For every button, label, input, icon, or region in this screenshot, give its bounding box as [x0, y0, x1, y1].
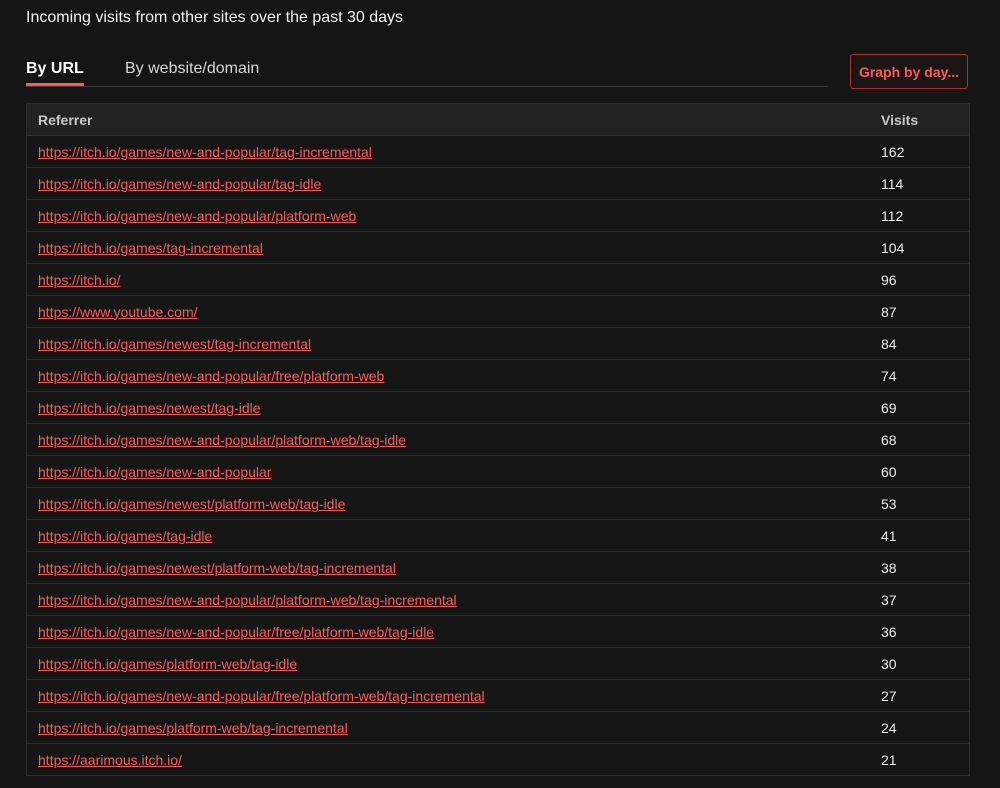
referrer-link[interactable]: https://itch.io/games/tag-idle: [38, 528, 212, 544]
table-row: https://itch.io/96: [27, 264, 969, 296]
table-row: https://itch.io/games/newest/tag-idle 69: [27, 392, 969, 424]
visits-count: 87: [881, 303, 897, 320]
table-row: https://www.youtube.com/87: [27, 296, 969, 328]
visits-count: 36: [881, 623, 897, 640]
tab-bar: By URL By website/domain: [26, 58, 828, 87]
tab-by-website-domain[interactable]: By website/domain: [125, 60, 259, 78]
referrer-cell: https://itch.io/games/new-and-popular/fr…: [38, 624, 881, 640]
referrer-cell: https://itch.io/games/new-and-popular/ta…: [38, 144, 881, 160]
referrer-link[interactable]: https://aarimous.itch.io/: [38, 752, 182, 768]
referrer-cell: https://itch.io/games/tag-incremental: [38, 240, 881, 256]
table-row: https://itch.io/games/newest/platform-we…: [27, 488, 969, 520]
visits-count: 38: [881, 559, 897, 576]
referrer-cell: https://itch.io/games/new-and-popular/fr…: [38, 688, 881, 704]
referrer-link[interactable]: https://itch.io/games/newest/platform-we…: [38, 560, 396, 576]
visits-count: 37: [881, 591, 897, 608]
referrer-link[interactable]: https://itch.io/games/newest/tag-increme…: [38, 336, 311, 352]
referrer-cell: https://itch.io/games/new-and-popular/pl…: [38, 592, 881, 608]
table-row: https://itch.io/games/platform-web/tag-i…: [27, 712, 969, 744]
visits-count: 162: [881, 143, 905, 160]
referrer-cell: https://itch.io/games/new-and-popular: [38, 464, 881, 480]
table-row: https://itch.io/games/tag-incremental 104: [27, 232, 969, 264]
referrer-link[interactable]: https://itch.io/: [38, 272, 120, 288]
table-row: https://itch.io/games/new-and-popular/fr…: [27, 616, 969, 648]
table-row: https://itch.io/games/newest/tag-increme…: [27, 328, 969, 360]
referrer-cell: https://itch.io/games/new-and-popular/pl…: [38, 208, 881, 224]
visits-count: 41: [881, 527, 897, 544]
visits-count: 112: [881, 207, 904, 224]
table-row: https://itch.io/games/new-and-popular/pl…: [27, 200, 969, 232]
referrer-cell: https://itch.io/games/tag-idle: [38, 528, 881, 544]
referrer-link[interactable]: https://itch.io/games/new-and-popular/pl…: [38, 592, 457, 608]
referrer-cell: https://aarimous.itch.io/: [38, 752, 881, 768]
referrer-cell: https://itch.io/games/new-and-popular/ta…: [38, 176, 881, 192]
table-row: https://itch.io/games/new-and-popular/fr…: [27, 680, 969, 712]
referrer-cell: https://itch.io/games/platform-web/tag-i…: [38, 656, 881, 672]
visits-count: 84: [881, 335, 897, 352]
referrer-link[interactable]: https://itch.io/games/new-and-popular/ta…: [38, 144, 372, 160]
referrer-cell: https://itch.io/: [38, 272, 881, 288]
referrer-link[interactable]: https://itch.io/games/platform-web/tag-i…: [38, 720, 348, 736]
referrer-link[interactable]: https://itch.io/games/tag-incremental: [38, 240, 263, 256]
table-row: https://aarimous.itch.io/21: [27, 744, 969, 775]
referrer-link[interactable]: https://itch.io/games/platform-web/tag-i…: [38, 656, 297, 672]
visits-count: 74: [881, 367, 897, 384]
referrer-link[interactable]: https://itch.io/games/new-and-popular/ta…: [38, 176, 321, 192]
tab-by-url[interactable]: By URL: [26, 60, 84, 86]
table-row: https://itch.io/games/platform-web/tag-i…: [27, 648, 969, 680]
referrer-link[interactable]: https://itch.io/games/newest/tag-idle: [38, 400, 261, 416]
table-row: https://itch.io/games/tag-idle 41: [27, 520, 969, 552]
visits-count: 104: [881, 239, 905, 256]
referrer-cell: https://itch.io/games/newest/platform-we…: [38, 560, 881, 576]
table-header: Referrer Visits: [27, 104, 969, 136]
table-row: https://itch.io/games/new-and-popular/pl…: [27, 424, 969, 456]
visits-count: 60: [881, 463, 897, 480]
referrer-cell: https://itch.io/games/newest/platform-we…: [38, 496, 881, 512]
referrer-link[interactable]: https://itch.io/games/newest/platform-we…: [38, 496, 345, 512]
visits-count: 30: [881, 655, 897, 672]
referrer-cell: https://itch.io/games/platform-web/tag-i…: [38, 720, 881, 736]
table-row: https://itch.io/games/newest/platform-we…: [27, 552, 969, 584]
referrer-link[interactable]: https://itch.io/games/new-and-popular: [38, 464, 271, 480]
table-row: https://itch.io/games/new-and-popular 60: [27, 456, 969, 488]
referrer-cell: https://itch.io/games/newest/tag-idle: [38, 400, 881, 416]
visits-column-header: Visits: [881, 111, 919, 128]
visits-count: 114: [881, 175, 904, 192]
table-body: https://itch.io/games/new-and-popular/ta…: [27, 136, 969, 775]
referrer-link[interactable]: https://itch.io/games/new-and-popular/fr…: [38, 368, 384, 384]
visits-count: 24: [881, 719, 897, 736]
referrer-cell: https://itch.io/games/new-and-popular/fr…: [38, 368, 881, 384]
referrer-cell: https://www.youtube.com/: [38, 304, 881, 320]
visits-count: 96: [881, 271, 897, 288]
referrer-table: Referrer Visits https://itch.io/games/ne…: [26, 103, 970, 776]
visits-count: 69: [881, 399, 897, 416]
table-row: https://itch.io/games/new-and-popular/pl…: [27, 584, 969, 616]
referrer-link[interactable]: https://itch.io/games/new-and-popular/fr…: [38, 624, 434, 640]
table-row: https://itch.io/games/new-and-popular/ta…: [27, 136, 969, 168]
visits-count: 53: [881, 495, 897, 512]
table-row: https://itch.io/games/new-and-popular/fr…: [27, 360, 969, 392]
referrer-column-header: Referrer: [38, 111, 93, 128]
visits-count: 27: [881, 687, 897, 704]
referrer-cell: https://itch.io/games/new-and-popular/pl…: [38, 432, 881, 448]
referrer-link[interactable]: https://www.youtube.com/: [38, 304, 198, 320]
referrer-link[interactable]: https://itch.io/games/new-and-popular/pl…: [38, 208, 356, 224]
referrer-link[interactable]: https://itch.io/games/new-and-popular/fr…: [38, 688, 485, 704]
referrer-link[interactable]: https://itch.io/games/new-and-popular/pl…: [38, 432, 406, 448]
visits-count: 21: [881, 751, 897, 768]
visits-count: 68: [881, 431, 897, 448]
graph-by-day-button[interactable]: Graph by day...: [850, 54, 968, 89]
table-row: https://itch.io/games/new-and-popular/ta…: [27, 168, 969, 200]
page-title: Incoming visits from other sites over th…: [26, 9, 404, 26]
referrer-cell: https://itch.io/games/newest/tag-increme…: [38, 336, 881, 352]
